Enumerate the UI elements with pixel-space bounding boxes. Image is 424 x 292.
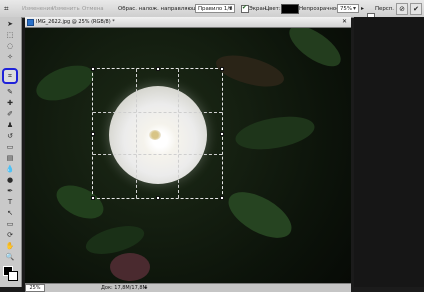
crop-handle[interactable]	[156, 67, 160, 71]
path-selection-tool-icon[interactable]: ↖	[4, 208, 16, 217]
crop-box[interactable]	[91, 67, 224, 200]
ghost-button-3: Отмена	[82, 5, 104, 12]
commit-icon[interactable]: ✔	[410, 3, 422, 15]
color-label: Цвет:	[265, 5, 281, 12]
marquee-tool-icon[interactable]: ⬚	[4, 30, 16, 39]
magic-wand-tool-icon[interactable]: ✧	[4, 52, 16, 61]
shape-tool-icon[interactable]: ▭	[4, 219, 16, 228]
leaf-shape	[233, 111, 317, 155]
move-tool-icon[interactable]: ➤	[4, 19, 16, 28]
zoom-field[interactable]: 25%	[25, 284, 45, 292]
shield-checkbox[interactable]	[241, 4, 249, 13]
opacity-dropdown-icon[interactable]: ▸	[361, 0, 364, 17]
hand-tool-icon[interactable]: ✋	[4, 241, 16, 250]
panel-area	[354, 17, 424, 287]
crop-handle[interactable]	[220, 132, 224, 136]
clone-stamp-tool-icon[interactable]: ♟	[4, 120, 16, 129]
brush-tool-icon[interactable]: ✐	[4, 109, 16, 118]
crop-handle[interactable]	[91, 132, 95, 136]
status-menu-icon[interactable]: ▸	[145, 285, 148, 291]
shield-color-swatch[interactable]	[281, 4, 299, 14]
crop-guide-line	[93, 154, 222, 156]
crop-guide-line	[135, 69, 137, 198]
crop-handle[interactable]	[91, 67, 95, 71]
cancel-icon[interactable]: ⊘	[396, 3, 408, 15]
document-size: Док: 17,8M/17,8M	[101, 285, 147, 291]
tools-panel: ➤ ⬚ ◌ ✧ ⌗ ✎ ✚ ✐ ♟ ↺ ▭ ▤ 💧 ● ✒ T ↖ ▭ ⟳ ✋ …	[0, 17, 22, 287]
leaf-shape	[110, 253, 150, 281]
leaf-shape	[212, 49, 288, 93]
image-canvas[interactable]	[25, 28, 351, 283]
lasso-tool-icon[interactable]: ◌	[4, 41, 16, 50]
perspective-label: Персп.	[375, 5, 394, 12]
3d-rotate-tool-icon[interactable]: ⟳	[4, 230, 16, 239]
ghost-button-1: Изменения	[22, 5, 54, 12]
eyedropper-tool-icon[interactable]: ✎	[4, 87, 16, 96]
leaf-shape	[221, 182, 299, 248]
opacity-input[interactable]: 75%	[337, 4, 359, 13]
gradient-tool-icon[interactable]: ▤	[4, 153, 16, 162]
background-color-swatch[interactable]	[8, 271, 18, 281]
type-tool-icon[interactable]: T	[4, 197, 16, 206]
options-bar: ⌗ Изменения Изменить Отмена Обрас. налож…	[0, 0, 424, 21]
pen-tool-icon[interactable]: ✒	[4, 186, 16, 195]
crop-guide-line	[93, 111, 222, 113]
zoom-tool-icon[interactable]: 🔍	[4, 252, 16, 261]
leaf-shape	[282, 28, 348, 74]
dodge-tool-icon[interactable]: ●	[4, 175, 16, 184]
document-window: IMG_2622.jpg @ 25% (RGB/8) * ✕ 25% Док: …	[25, 17, 351, 292]
blur-tool-icon[interactable]: 💧	[4, 164, 16, 173]
opacity-value: 75%	[340, 5, 352, 12]
healing-brush-tool-icon[interactable]: ✚	[4, 98, 16, 107]
document-icon	[27, 19, 34, 26]
crop-handle[interactable]	[156, 196, 160, 200]
history-brush-tool-icon[interactable]: ↺	[4, 131, 16, 140]
crop-handle[interactable]	[91, 196, 95, 200]
crop-guide-line	[178, 69, 180, 198]
crop-handle[interactable]	[220, 67, 224, 71]
crop-handle[interactable]	[220, 196, 224, 200]
guide-overlay-value: Правило 1/3	[198, 5, 233, 12]
crop-tool-preset-icon[interactable]: ⌗	[4, 0, 9, 17]
crop-tool-icon[interactable]: ⌗	[2, 68, 18, 84]
ghost-button-2: Изменить	[52, 5, 80, 12]
guide-overlay-select[interactable]: Правило 1/3	[195, 4, 235, 13]
leaf-shape	[31, 58, 99, 108]
document-title: IMG_2622.jpg @ 25% (RGB/8) *	[36, 19, 115, 25]
document-tab[interactable]: IMG_2622.jpg @ 25% (RGB/8) * ✕	[25, 17, 351, 28]
status-bar: 25% Док: 17,8M/17,8M ▸	[25, 283, 351, 292]
close-document-icon[interactable]: ✕	[342, 18, 347, 25]
guide-overlay-label: Обрас. налож. направляюш.:	[118, 5, 201, 12]
shield-label: Экран	[249, 5, 267, 12]
eraser-tool-icon[interactable]: ▭	[4, 142, 16, 151]
